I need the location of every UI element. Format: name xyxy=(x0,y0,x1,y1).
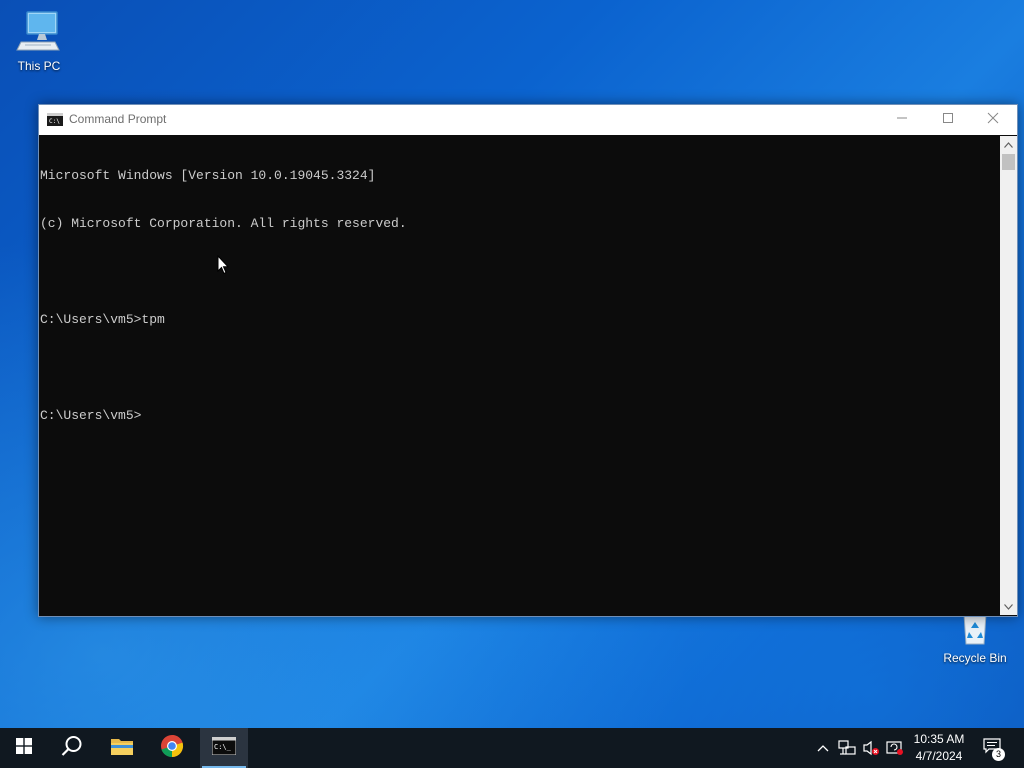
recycle-bin-label: Recycle Bin xyxy=(943,651,1007,665)
windows-logo-icon xyxy=(16,737,32,759)
maximize-icon xyxy=(942,111,954,129)
network-icon[interactable] xyxy=(837,738,857,758)
console-output[interactable]: Microsoft Windows [Version 10.0.19045.33… xyxy=(39,136,1000,615)
chevron-up-icon[interactable] xyxy=(813,738,833,758)
notification-count-badge: 3 xyxy=(992,748,1005,761)
close-button[interactable] xyxy=(970,105,1016,135)
cmd-icon: C:\_ xyxy=(211,736,237,760)
command-prompt-taskbar-button[interactable]: C:\_ xyxy=(200,728,248,768)
system-clock[interactable]: 10:35 AM 4/7/2024 xyxy=(908,731,970,765)
this-pc-desktop-icon[interactable]: This PC xyxy=(1,10,77,73)
minimize-icon xyxy=(896,111,908,129)
search-icon xyxy=(61,735,83,762)
clock-date: 4/7/2024 xyxy=(915,749,963,763)
this-pc-icon xyxy=(1,10,77,57)
vertical-scrollbar[interactable] xyxy=(1000,136,1017,615)
security-icon[interactable] xyxy=(885,738,905,758)
minimize-button[interactable] xyxy=(879,105,925,135)
console-line: (c) Microsoft Corporation. All rights re… xyxy=(40,216,407,231)
window-titlebar[interactable]: C:\ Command Prompt xyxy=(39,105,1017,135)
folder-icon xyxy=(110,736,134,761)
chrome-icon xyxy=(160,734,184,763)
file-explorer-button[interactable] xyxy=(98,728,146,768)
svg-text:C:\_: C:\_ xyxy=(214,743,232,751)
start-button[interactable] xyxy=(0,728,48,768)
scroll-down-arrow-icon[interactable] xyxy=(1000,598,1017,615)
taskbar: C:\_ 10:35 AM 4/7/2024 xyxy=(0,728,1024,768)
svg-text:C:\: C:\ xyxy=(49,118,60,125)
mouse-pointer-icon xyxy=(217,254,230,280)
clock-time: 10:35 AM xyxy=(913,732,965,746)
maximize-button[interactable] xyxy=(925,105,971,135)
this-pc-label: This PC xyxy=(17,59,61,73)
console-prompt-line: C:\Users\vm5> xyxy=(40,408,142,423)
volume-muted-icon[interactable] xyxy=(861,738,881,758)
command-prompt-window[interactable]: C:\ Command Prompt Microsoft Windows [Ve… xyxy=(38,104,1018,617)
console-line: C:\Users\vm5>tpm xyxy=(40,312,165,327)
close-icon xyxy=(987,111,999,129)
window-title: Command Prompt xyxy=(69,112,167,126)
console-line: Microsoft Windows [Version 10.0.19045.33… xyxy=(40,168,376,183)
cmd-icon: C:\ xyxy=(47,113,63,131)
scrollbar-thumb[interactable] xyxy=(1002,154,1015,170)
recycle-bin-desktop-icon[interactable]: Recycle Bin xyxy=(937,610,1013,665)
scroll-up-arrow-icon[interactable] xyxy=(1000,136,1017,153)
search-button[interactable] xyxy=(48,728,96,768)
chrome-button[interactable] xyxy=(148,728,196,768)
